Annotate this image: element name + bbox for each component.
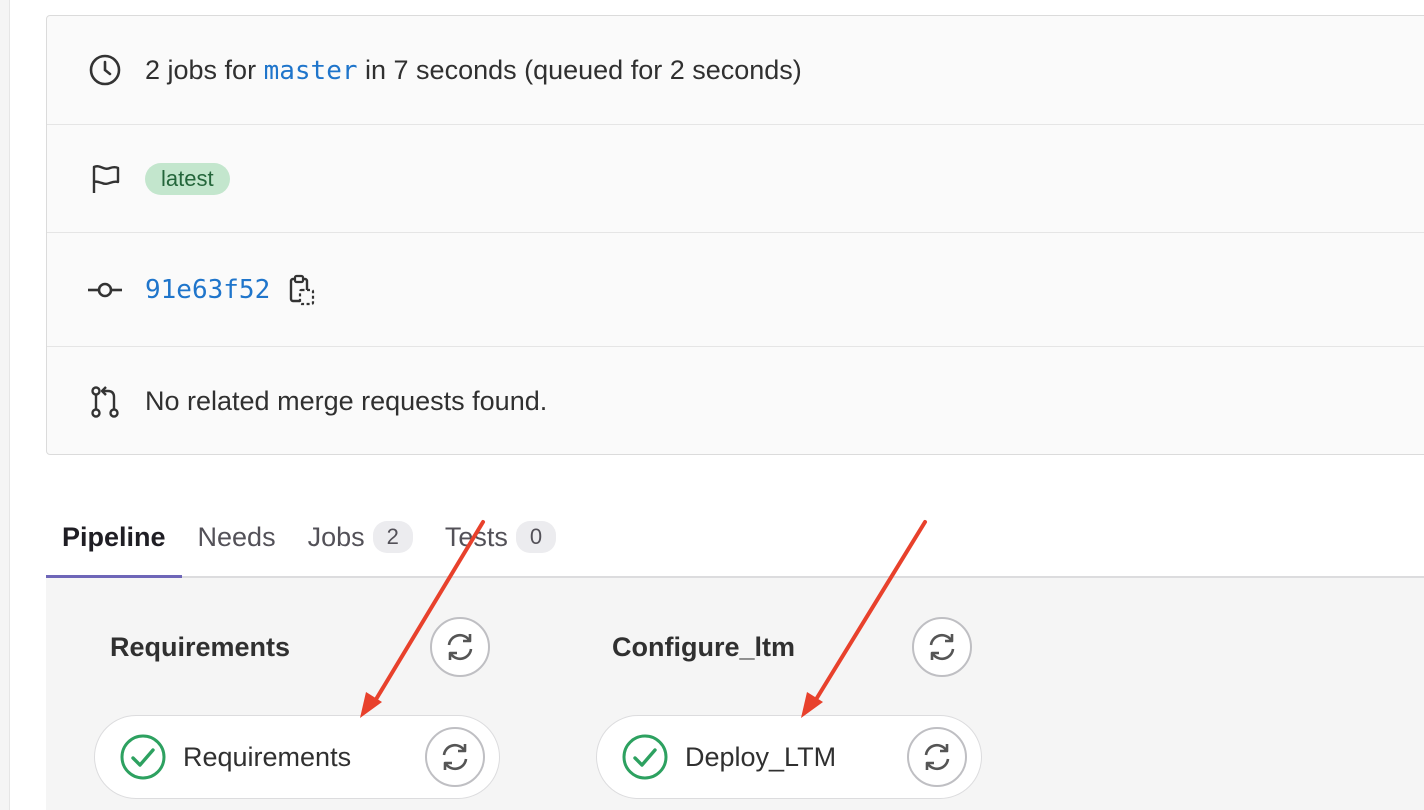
retry-icon	[929, 633, 955, 661]
tab-tests[interactable]: Tests 0	[429, 498, 572, 576]
job-retry-button-requirements[interactable]	[425, 727, 485, 787]
pipeline-graph: Requirements Requirements Configure_ltm …	[46, 578, 1424, 810]
flag-icon	[87, 161, 123, 197]
tests-count-badge: 0	[515, 521, 557, 553]
job-requirements[interactable]: Requirements	[94, 715, 500, 799]
commit-icon	[87, 272, 123, 308]
job-name-deploy-ltm: Deploy_LTM	[685, 741, 837, 772]
merge-requests-text: No related merge requests found.	[145, 386, 548, 416]
pipeline-info-card: 2 jobs for master in 7 seconds (queued f…	[46, 15, 1424, 455]
job-name-requirements: Requirements	[183, 741, 352, 772]
status-success-icon	[622, 734, 668, 780]
tab-tests-label: Tests	[444, 521, 508, 552]
retry-icon	[442, 743, 468, 771]
retry-icon	[924, 743, 950, 771]
duration-text: 2 jobs for master in 7 seconds (queued f…	[145, 55, 802, 86]
commit-row: 91e63f52	[47, 233, 1424, 347]
tab-needs[interactable]: Needs	[182, 498, 292, 576]
copy-to-clipboard-icon[interactable]	[286, 272, 318, 308]
commit-sha-link[interactable]: 91e63f52	[145, 275, 270, 305]
merge-request-row: No related merge requests found.	[47, 347, 1424, 456]
stage-title-configure-ltm: Configure_ltm	[612, 632, 796, 662]
stage-retry-button-configure-ltm[interactable]	[912, 617, 972, 677]
job-retry-button-deploy-ltm[interactable]	[907, 727, 967, 787]
left-gutter	[0, 0, 10, 810]
stage-retry-button-requirements[interactable]	[430, 617, 490, 677]
pipeline-tabs: Pipeline Needs Jobs 2 Tests 0	[46, 498, 1424, 578]
merge-request-icon	[87, 384, 123, 420]
duration-row: 2 jobs for master in 7 seconds (queued f…	[47, 16, 1424, 125]
job-deploy-ltm[interactable]: Deploy_LTM	[596, 715, 982, 799]
jobs-count-badge: 2	[372, 521, 413, 553]
branch-link[interactable]: master	[264, 56, 358, 86]
retry-icon	[447, 633, 473, 661]
latest-badge: latest	[145, 162, 230, 195]
tab-pipeline[interactable]: Pipeline	[46, 498, 182, 578]
stage-title-requirements: Requirements	[110, 632, 291, 662]
tab-jobs-label: Jobs	[307, 521, 365, 552]
tab-needs-label: Needs	[197, 521, 276, 552]
badges-row: latest	[47, 125, 1424, 233]
tab-pipeline-label: Pipeline	[62, 521, 166, 552]
tab-jobs[interactable]: Jobs 2	[292, 498, 429, 576]
duration-suffix: in 7 seconds (queued for 2 seconds)	[365, 54, 802, 85]
clock-icon	[87, 52, 123, 88]
status-success-icon	[120, 734, 166, 780]
duration-prefix: 2 jobs for	[145, 54, 257, 85]
